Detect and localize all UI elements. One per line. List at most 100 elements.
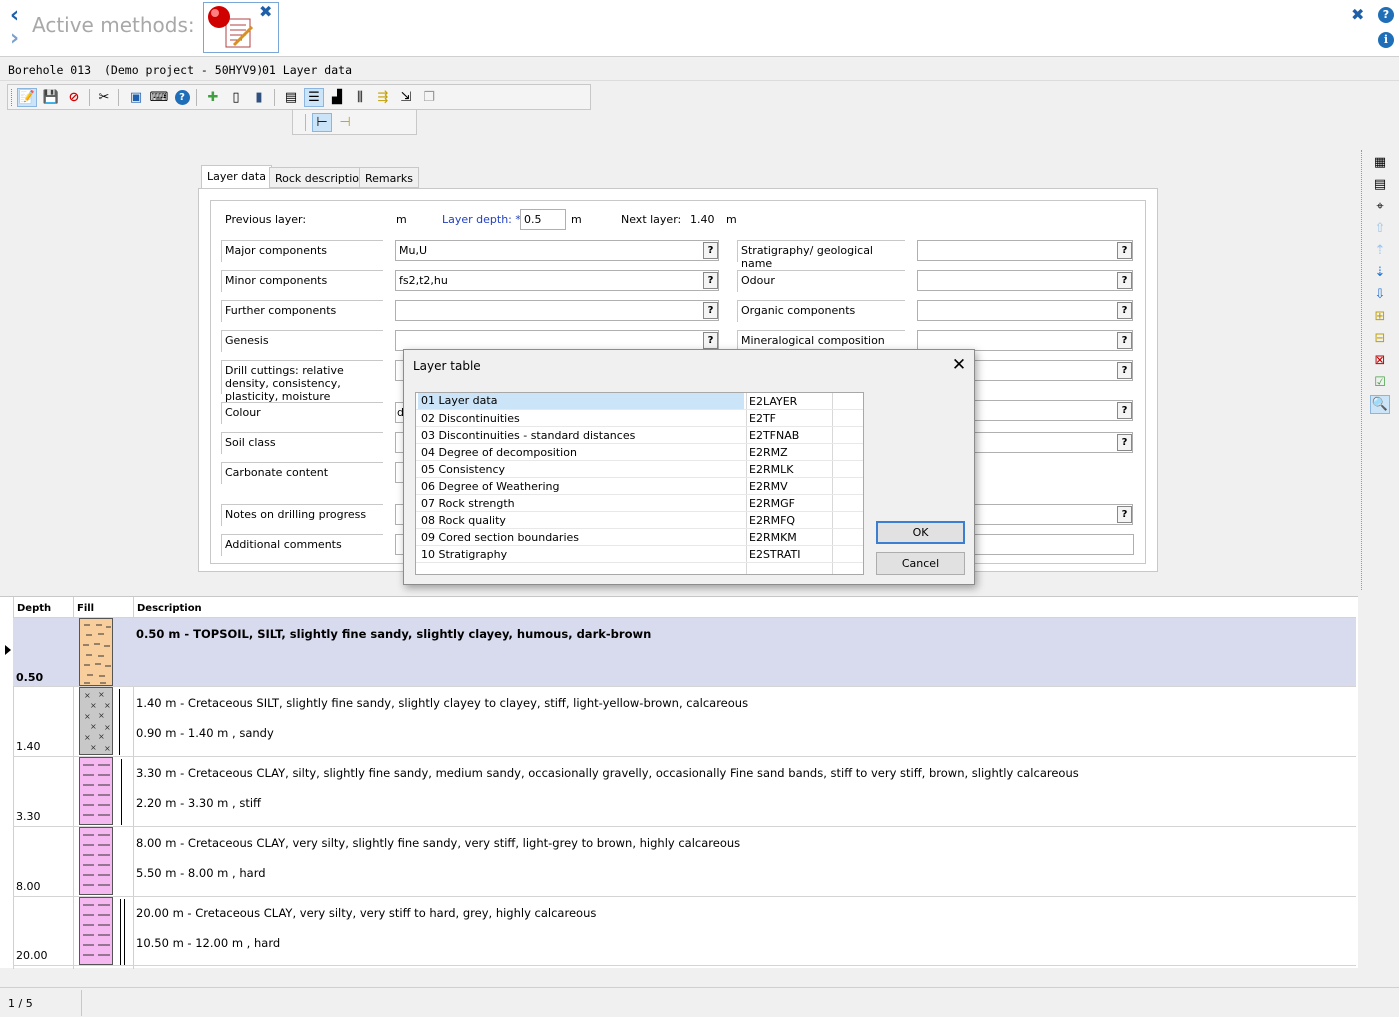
stratigraphy-help-button[interactable]: ? <box>1117 242 1132 259</box>
layer-depth-input[interactable]: 0.5 <box>520 209 566 230</box>
image-icon[interactable]: ▣ <box>126 88 146 107</box>
right-field-help-button-8[interactable]: ? <box>1117 506 1132 523</box>
layer-description: 0.50 m - TOPSOIL, SILT, slightly fine sa… <box>136 627 652 641</box>
layer-table-list[interactable]: 01 Layer data E2LAYER 02 Discontinuities E… <box>415 392 864 575</box>
ok-button[interactable]: OK <box>876 521 965 544</box>
clay-fill-pattern <box>79 757 113 825</box>
organic-components-input[interactable] <box>917 300 1133 321</box>
layer-table-row[interactable]: 05 Consistency E2RMLK <box>416 461 863 478</box>
next-layer-label: Next layer: <box>621 213 682 226</box>
further-components-input[interactable] <box>395 300 719 321</box>
layer-table-row[interactable]: 10 Stratigraphy E2STRATI <box>416 546 863 563</box>
right-field-input-7[interactable] <box>960 432 1133 453</box>
layer-table-row[interactable]: 03 Discontinuities - standard distances E… <box>416 427 863 444</box>
chart-view-icon[interactable]: ▟ <box>327 88 347 107</box>
right-field-help-button-6[interactable]: ? <box>1117 402 1132 419</box>
search-layer-icon[interactable]: 🔍 <box>1370 395 1390 414</box>
side-toolbar: ▦ ▤ ⌖ ⇧ ⇡ ⇣ ⇩ ⊞ ⊟ ⊠ ☑ 🔍 <box>1359 150 1399 590</box>
back-arrow-icon[interactable]: ‹ <box>10 5 19 27</box>
mineralogical-composition-input[interactable] <box>917 330 1133 351</box>
help-toolbar-icon[interactable]: ? <box>172 88 192 107</box>
book-icon[interactable]: ▮ <box>249 88 269 107</box>
window-icon[interactable]: ❐ <box>419 88 439 107</box>
add-icon[interactable]: ✚ <box>203 88 223 107</box>
dialog-close-icon[interactable]: ✕ <box>949 353 969 377</box>
layer-edit-icon[interactable]: ⇶ <box>373 88 393 107</box>
tab-rock-description[interactable]: Rock description <box>269 167 372 188</box>
svg-text:×: × <box>98 732 105 741</box>
layer-row[interactable]: 3.30 3.30 m - Cretaceous CLAY, silty, sl… <box>13 756 1356 826</box>
filter-icon[interactable]: ⇲ <box>396 88 416 107</box>
layer-table-row-selected[interactable]: 01 Layer data E2LAYER <box>416 393 863 410</box>
previous-layer-unit: m <box>396 213 407 226</box>
check-icon[interactable]: ☑ <box>1370 373 1390 392</box>
tab-layer-data[interactable]: Layer data <box>201 165 272 189</box>
genesis-help-button[interactable]: ? <box>703 332 718 349</box>
major-components-help-button[interactable]: ? <box>703 242 718 259</box>
right-field-input-9[interactable] <box>960 534 1134 555</box>
keyboard-icon[interactable]: ⌨ <box>149 88 169 107</box>
layer-table-row[interactable]: 04 Degree of decomposition E2RMZ <box>416 444 863 461</box>
breadcrumb-project: (Demo project - 50HYV9) <box>104 63 264 77</box>
right-field-input-5[interactable] <box>960 360 1133 381</box>
right-field-input-6[interactable] <box>960 400 1133 421</box>
grid-icon[interactable]: ▦ <box>1370 153 1390 172</box>
form-view-icon[interactable]: ▤ <box>281 88 301 107</box>
layer-table-row[interactable]: 06 Degree of Weathering E2RMV <box>416 478 863 495</box>
description-column-header: Description <box>137 603 202 614</box>
layer-depth-label: Layer depth: * <box>442 213 521 226</box>
forward-arrow-icon[interactable]: › <box>10 28 19 50</box>
layer-sublayer: 10.50 m - 12.00 m , hard <box>136 936 281 950</box>
list-icon[interactable]: ▤ <box>1370 175 1390 194</box>
tab-remarks[interactable]: Remarks <box>359 167 419 188</box>
target-icon[interactable]: ⌖ <box>1370 197 1390 216</box>
minor-components-help-button[interactable]: ? <box>703 272 718 289</box>
info-icon[interactable]: i <box>1378 32 1394 48</box>
layer-row[interactable]: 0.50 0.50 m - TOPSOIL, SILT, slightly fi… <box>13 617 1356 687</box>
layer-row[interactable]: 1.40 × × × × × × × × × × × × 1.40 m - Cretaceo… <box>13 686 1356 756</box>
insert-below-icon[interactable]: ⊟ <box>1370 329 1390 348</box>
help-icon[interactable]: ? <box>1378 7 1394 23</box>
close-method-icon[interactable]: ✖ <box>259 2 272 21</box>
right-field-help-button-5[interactable]: ? <box>1117 362 1132 379</box>
additional-comments-label: Additional comments <box>221 534 383 556</box>
save-icon[interactable]: 💾 <box>41 88 61 107</box>
move-up-icon[interactable]: ⇡ <box>1370 241 1390 260</box>
insert-above-icon[interactable]: ⊞ <box>1370 307 1390 326</box>
genesis-input[interactable] <box>395 330 719 351</box>
move-bottom-icon[interactable]: ⇩ <box>1370 285 1390 304</box>
layer-row[interactable]: 8.00 8.00 m - Cretaceous CLAY, very silt… <box>13 826 1356 896</box>
delete-row-icon[interactable]: ⊠ <box>1370 351 1390 370</box>
page-icon[interactable]: ▯ <box>226 88 246 107</box>
minor-components-input[interactable]: fs2,t2,hu <box>395 270 719 291</box>
right-field-input-8[interactable] <box>960 504 1133 525</box>
tree-collapse-icon[interactable]: ⊣ <box>335 113 355 132</box>
tree-expand-icon[interactable]: ⊢ <box>312 113 332 132</box>
edit-mode-icon[interactable]: 📝 <box>17 88 37 107</box>
further-components-help-button[interactable]: ? <box>703 302 718 319</box>
mineralogical-composition-help-button[interactable]: ? <box>1117 332 1132 349</box>
layer-table-row[interactable]: 09 Cored section boundaries E2RMKM <box>416 529 863 546</box>
move-down-icon[interactable]: ⇣ <box>1370 263 1390 282</box>
layer-table-row[interactable]: 07 Rock strength E2RMGF <box>416 495 863 512</box>
cancel-icon[interactable]: ⊘ <box>64 88 84 107</box>
right-field-help-button-7[interactable]: ? <box>1117 434 1132 451</box>
layer-table-row[interactable]: 08 Rock quality E2RMFQ <box>416 512 863 529</box>
stratigraphy-input[interactable] <box>917 240 1133 261</box>
fill-column-header: Fill <box>77 603 95 614</box>
odour-help-button[interactable]: ? <box>1117 272 1132 289</box>
depth-column-header: Depth <box>17 603 52 614</box>
major-components-input[interactable]: Mu,U <box>395 240 719 261</box>
cancel-button[interactable]: Cancel <box>876 552 965 575</box>
tree-view-icon[interactable]: ☰ <box>304 88 324 107</box>
odour-input[interactable] <box>917 270 1133 291</box>
layer-table-row[interactable]: 02 Discontinuities E2TF <box>416 410 863 427</box>
layer-description: 20.00 m - Cretaceous CLAY, very silty, v… <box>136 906 597 920</box>
close-all-icon[interactable]: ✖ <box>1351 5 1364 24</box>
column-view-icon[interactable]: ⫼ <box>350 88 370 107</box>
tools-icon[interactable]: ✂ <box>94 88 114 107</box>
soil-fill-pattern <box>79 618 113 686</box>
move-top-icon[interactable]: ⇧ <box>1370 219 1390 238</box>
organic-components-help-button[interactable]: ? <box>1117 302 1132 319</box>
layer-row[interactable]: 20.00 20.00 m - Cretaceous CLAY, very si… <box>13 896 1356 966</box>
